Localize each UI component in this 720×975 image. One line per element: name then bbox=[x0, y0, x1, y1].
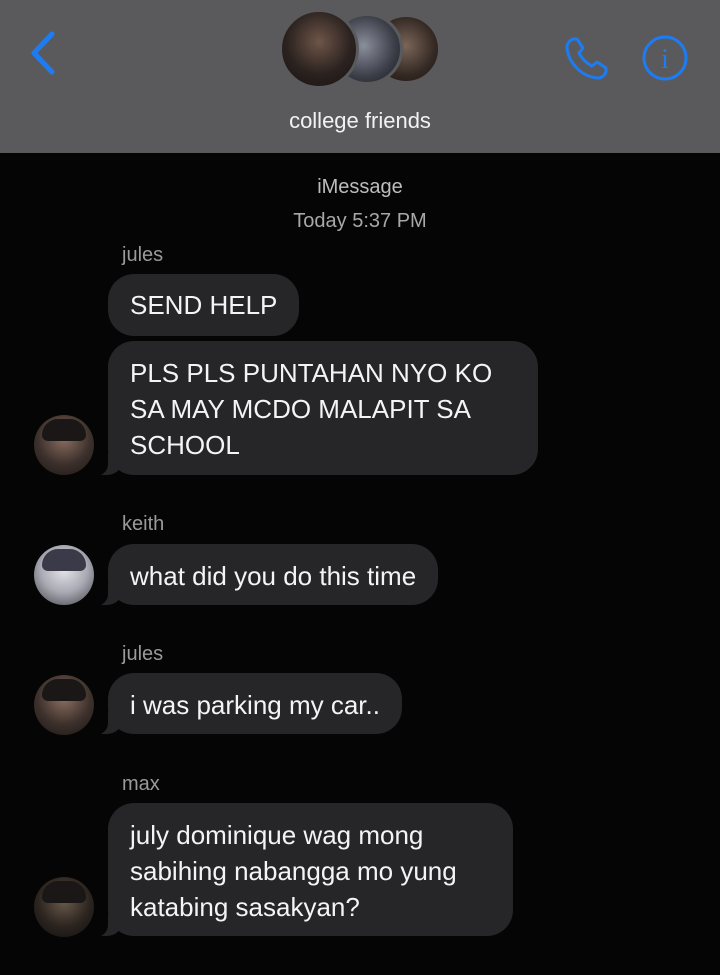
message-bubble[interactable]: PLS PLS PUNTAHAN NYO KO SA MAY MCDO MALA… bbox=[94, 341, 538, 476]
group-member-avatar bbox=[279, 9, 359, 89]
chevron-left-icon[interactable] bbox=[24, 28, 64, 78]
group-avatars[interactable] bbox=[279, 9, 444, 91]
avatar[interactable] bbox=[34, 415, 94, 475]
avatar[interactable] bbox=[34, 877, 94, 937]
info-icon[interactable]: i bbox=[641, 34, 689, 82]
message-bubble[interactable]: what did you do this time bbox=[93, 544, 439, 606]
svg-text:i: i bbox=[661, 44, 669, 75]
phone-icon[interactable] bbox=[562, 33, 612, 83]
conversation-header: college friends i bbox=[0, 0, 720, 153]
avatar[interactable] bbox=[34, 545, 94, 605]
group-name[interactable]: college friends bbox=[0, 108, 720, 134]
message-bubble[interactable]: SEND HELP bbox=[108, 274, 300, 336]
avatar[interactable] bbox=[34, 675, 94, 735]
sender-name: jules bbox=[122, 643, 164, 665]
sender-name: max bbox=[122, 773, 160, 795]
message-bubble[interactable]: i was parking my car.. bbox=[94, 673, 402, 735]
sender-name: keith bbox=[122, 513, 165, 535]
service-label: iMessage bbox=[317, 176, 403, 198]
message-bubble[interactable]: july dominique wag mong sabihing nabangg… bbox=[94, 803, 513, 937]
message-timestamp: Today 5:37 PM bbox=[293, 210, 427, 232]
sender-name: jules bbox=[122, 244, 164, 266]
